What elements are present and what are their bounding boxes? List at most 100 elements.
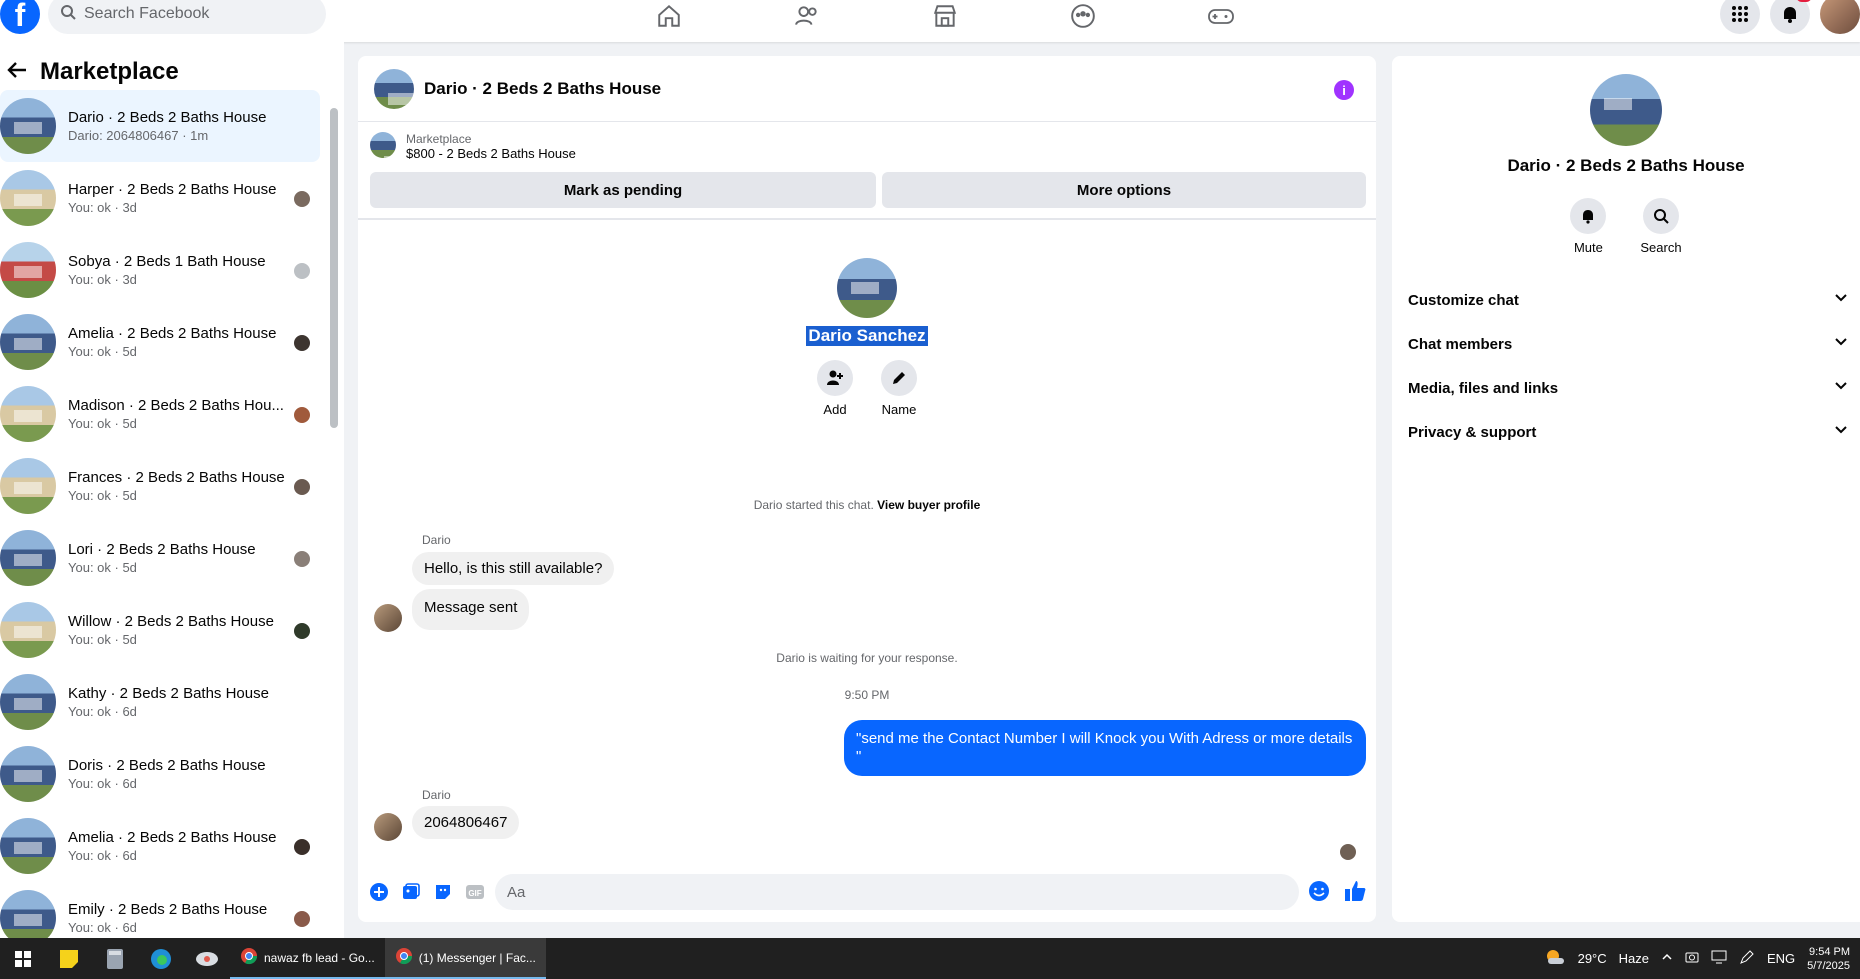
listing-thumbnail: [370, 132, 396, 158]
conversation-item[interactable]: Amelia · 2 Beds 2 Baths House You: ok · 6…: [0, 810, 322, 882]
sticker-icon[interactable]: [432, 881, 454, 903]
incoming-message[interactable]: 2064806467: [412, 806, 520, 839]
info-icon[interactable]: i: [1334, 80, 1354, 100]
chevron-down-icon: [1834, 335, 1848, 353]
chevron-down-icon: [1834, 291, 1848, 309]
page-title: Marketplace: [40, 58, 179, 85]
sender-avatar[interactable]: [374, 604, 402, 632]
listing-thumbnail: [0, 458, 56, 514]
network-icon[interactable]: [1711, 950, 1727, 967]
listing-thumbnail: [0, 746, 56, 802]
listing-thumbnail: [0, 314, 56, 370]
section-label: Chat members: [1408, 335, 1513, 353]
mark-as-pending-button[interactable]: Mark as pending: [370, 172, 876, 208]
message-input[interactable]: Aa: [495, 874, 1299, 910]
notifications-bell-icon[interactable]: 1: [1770, 0, 1812, 34]
pencil-icon: [881, 360, 917, 396]
conversation-name: Kathy · 2 Beds 2 Baths House: [68, 685, 269, 702]
camera-icon[interactable]: [1685, 950, 1699, 967]
conversation-item[interactable]: Sobya · 2 Beds 1 Bath House You: ok · 3d: [0, 234, 322, 306]
marketplace-icon[interactable]: [876, 0, 1014, 32]
media-files-links-section[interactable]: Media, files and links: [1408, 366, 1848, 410]
language-indicator[interactable]: ENG: [1767, 951, 1795, 966]
conversation-item[interactable]: Dario · 2 Beds 2 Baths House Dario: 20648…: [0, 90, 320, 162]
svg-text:GIF: GIF: [468, 889, 481, 898]
plus-circle-icon[interactable]: [368, 881, 390, 903]
taskbar-chrome-window[interactable]: nawaz fb lead - Go...: [230, 938, 385, 979]
search-icon: [1642, 198, 1679, 234]
taskbar-messenger-window[interactable]: (1) Messenger | Fac...: [384, 938, 546, 979]
conversation-name: Amelia · 2 Beds 2 Baths House: [68, 829, 277, 846]
chrome-icon: [240, 947, 258, 968]
gif-icon[interactable]: GIF: [464, 881, 486, 903]
chat-members-section[interactable]: Chat members: [1408, 322, 1848, 366]
conversation-item[interactable]: Harper · 2 Beds 2 Baths House You: ok · 3…: [0, 162, 322, 234]
view-buyer-profile-link[interactable]: View buyer profile: [877, 498, 980, 512]
chat-started-notice: Dario started this chat. View buyer prof…: [358, 498, 1376, 512]
conversation-item[interactable]: Kathy · 2 Beds 2 Baths House You: ok · 6d: [0, 666, 322, 738]
conversation-preview: You: ok · 6d: [68, 704, 137, 719]
customize-chat-section[interactable]: Customize chat: [1408, 278, 1848, 322]
listing-banner[interactable]: Marketplace $800 - 2 Beds 2 Baths House: [370, 132, 576, 161]
app-icon[interactable]: [184, 938, 230, 979]
temperature[interactable]: 29°C: [1578, 951, 1607, 966]
system-clock[interactable]: 9:54 PM 5/7/2025: [1807, 945, 1850, 973]
facebook-logo-icon[interactable]: f: [0, 0, 40, 34]
conversation-item[interactable]: Lori · 2 Beds 2 Baths House You: ok · 5d: [0, 522, 322, 594]
listing-thumbnail: [0, 170, 56, 226]
waiting-notice: Dario is waiting for your response.: [776, 651, 958, 665]
conversation-item[interactable]: Amelia · 2 Beds 2 Baths House You: ok · 5…: [0, 306, 322, 378]
conversation-name: Willow · 2 Beds 2 Baths House: [68, 613, 274, 630]
conversation-item[interactable]: Madison · 2 Beds 2 Baths Hou... You: ok ·…: [0, 378, 322, 450]
windows-start-icon[interactable]: [0, 938, 46, 979]
chat-avatar[interactable]: [374, 68, 414, 109]
friends-icon[interactable]: [738, 0, 876, 32]
read-receipt-avatar: [1340, 844, 1356, 860]
pen-icon[interactable]: [1739, 949, 1755, 968]
mute-label: Mute: [1573, 240, 1603, 255]
search-facebook-input[interactable]: Search Facebook: [48, 0, 326, 34]
sidebar-scrollbar[interactable]: [330, 108, 338, 428]
thumbs-up-icon[interactable]: [1344, 880, 1366, 907]
search-in-chat-button[interactable]: Search: [1640, 198, 1682, 255]
outgoing-message[interactable]: "send me the Contact Number I will Knock…: [844, 720, 1366, 776]
sender-avatar[interactable]: [374, 813, 402, 841]
details-avatar[interactable]: [1590, 74, 1662, 146]
conversation-name: Madison · 2 Beds 2 Baths Hou...: [68, 397, 284, 414]
chevron-up-icon[interactable]: [1661, 951, 1673, 966]
photo-icon[interactable]: [400, 881, 422, 903]
conversation-item[interactable]: Doris · 2 Beds 2 Baths House You: ok · 6d: [0, 738, 322, 810]
home-icon[interactable]: [600, 0, 738, 32]
incoming-message[interactable]: Hello, is this still available?: [412, 552, 615, 585]
menu-grid-icon[interactable]: [1720, 0, 1760, 34]
name-edit-button[interactable]: Name: [881, 360, 917, 417]
add-person-button[interactable]: Add: [817, 360, 853, 417]
listing-thumbnail: [0, 818, 56, 874]
chat-title[interactable]: Dario · 2 Beds 2 Baths House: [424, 79, 661, 99]
sticky-notes-icon[interactable]: [46, 938, 92, 979]
listing-thumbnail: [0, 674, 56, 730]
more-options-button[interactable]: More options: [882, 172, 1366, 208]
back-arrow-icon[interactable]: [6, 59, 28, 86]
conversation-name: Sobya · 2 Beds 1 Bath House: [68, 253, 266, 270]
emoji-icon[interactable]: [1308, 880, 1330, 907]
conversation-preview: You: ok · 6d: [68, 848, 137, 863]
gaming-icon[interactable]: [1152, 0, 1290, 32]
privacy-support-section[interactable]: Privacy & support: [1408, 410, 1848, 454]
groups-icon[interactable]: [1014, 0, 1152, 32]
conversation-item[interactable]: Willow · 2 Beds 2 Baths House You: ok · 5…: [0, 594, 322, 666]
calculator-icon[interactable]: [92, 938, 138, 979]
section-label: Customize chat: [1408, 291, 1519, 309]
profile-avatar[interactable]: [837, 258, 897, 318]
edge-browser-icon[interactable]: [138, 938, 184, 979]
conversation-preview: You: ok · 5d: [68, 560, 137, 575]
account-avatar[interactable]: [1820, 0, 1860, 34]
taskbar-app-label: (1) Messenger | Fac...: [418, 950, 536, 965]
conversation-item[interactable]: Frances · 2 Beds 2 Baths House You: ok · …: [0, 450, 322, 522]
mute-button[interactable]: Mute: [1570, 198, 1607, 255]
clock-time: 9:54 PM: [1809, 945, 1850, 958]
incoming-message[interactable]: Message sent: [412, 589, 530, 630]
weather-condition[interactable]: Haze: [1619, 951, 1649, 966]
weather-icon[interactable]: [1544, 948, 1566, 969]
conversation-name: Frances · 2 Beds 2 Baths House: [68, 469, 285, 486]
